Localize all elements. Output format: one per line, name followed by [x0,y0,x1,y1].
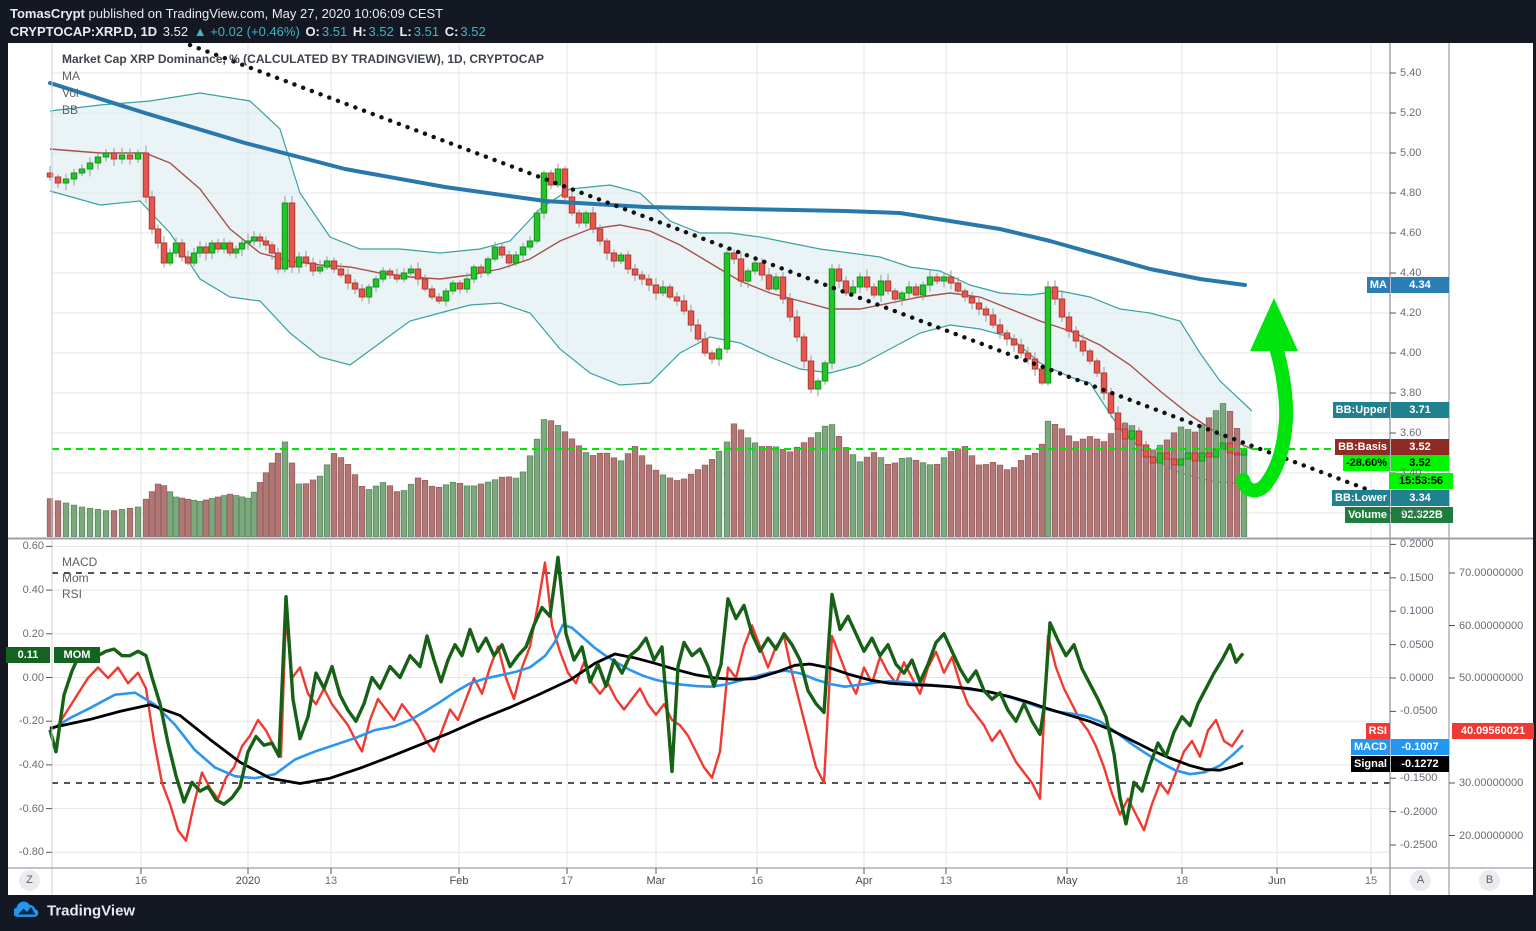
high-value: 3.52 [369,24,394,39]
author-name: TomasCrypt [10,6,85,21]
open-value: 3.51 [322,24,347,39]
tradingview-screenshot: TomasCrypt published on TradingView.com,… [0,0,1536,931]
high-label: H: [353,24,367,39]
tradingview-logo-icon [14,901,40,921]
price-change: ▲ +0.02 (+0.46%) [194,24,300,39]
low-label: L: [399,24,411,39]
open-label: O: [305,24,319,39]
symbol-name: CRYPTOCAP:XRP.D, 1D [10,24,157,39]
close-label: C: [445,24,459,39]
publish-line: TomasCrypt published on TradingView.com,… [10,5,488,23]
publish-info: published on TradingView.com, May 27, 20… [85,6,443,21]
symbol-line: CRYPTOCAP:XRP.D, 1D 3.52 ▲ +0.02 (+0.46%… [10,23,488,41]
chart-area[interactable] [8,43,1533,895]
brand-name: TradingView [47,903,135,920]
last-price: 3.52 [163,24,188,39]
tradingview-footer[interactable]: TradingView [14,901,135,925]
low-value: 3.51 [414,24,439,39]
close-value: 3.52 [460,24,485,39]
publish-header: TomasCrypt published on TradingView.com,… [10,5,488,41]
